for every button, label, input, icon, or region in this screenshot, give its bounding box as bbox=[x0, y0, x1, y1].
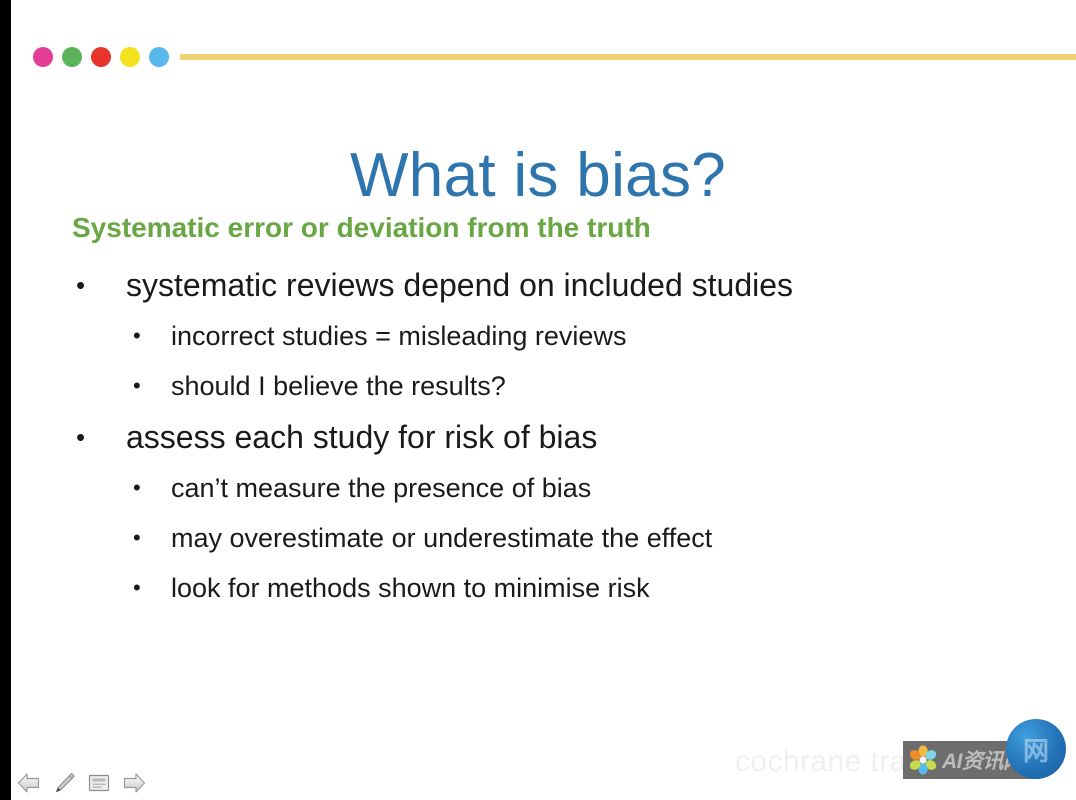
slideshow-nav-bar bbox=[11, 766, 148, 800]
slide-body: Systematic error or deviation from the t… bbox=[62, 214, 1022, 613]
next-slide-button[interactable] bbox=[120, 769, 148, 797]
sub-bullet-item: • look for methods shown to minimise ris… bbox=[133, 563, 1022, 613]
header-rule-divider bbox=[180, 54, 1076, 60]
watermark-badge-glyph: 网 bbox=[1022, 735, 1049, 766]
bullet-item: • systematic reviews depend on included … bbox=[76, 259, 1022, 311]
sub-bullet-list: • can’t measure the presence of bias • m… bbox=[62, 463, 1022, 613]
bullet-text: incorrect studies = misleading reviews bbox=[171, 321, 627, 351]
flower-logo-icon bbox=[909, 745, 937, 775]
bullet-text: should I believe the results? bbox=[171, 371, 506, 401]
decoration-dot-yellow bbox=[120, 47, 140, 67]
bullet-text: systematic reviews depend on included st… bbox=[126, 267, 794, 303]
sub-bullet-item: • can’t measure the presence of bias bbox=[133, 463, 1022, 513]
arrow-left-icon bbox=[17, 773, 40, 793]
bullet-marker: • bbox=[133, 475, 141, 500]
pen-icon bbox=[55, 772, 75, 793]
bullet-marker: • bbox=[76, 422, 86, 452]
slide-title: What is bias? bbox=[349, 140, 727, 210]
bullet-text: look for methods shown to minimise risk bbox=[171, 573, 650, 603]
pen-annotate-button[interactable] bbox=[50, 769, 78, 797]
bullet-text: can’t measure the presence of bias bbox=[171, 473, 592, 503]
viewer-left-gutter bbox=[0, 0, 11, 800]
sub-bullet-list: • incorrect studies = misleading reviews… bbox=[62, 311, 1022, 411]
notes-button[interactable] bbox=[85, 769, 113, 797]
decoration-dot-blue bbox=[149, 47, 169, 67]
decoration-dot-magenta bbox=[33, 47, 53, 67]
bullet-text: may overestimate or underestimate the ef… bbox=[171, 523, 713, 553]
arrow-right-icon bbox=[123, 773, 146, 793]
bullet-marker: • bbox=[133, 525, 141, 550]
notes-icon bbox=[88, 774, 110, 792]
bullet-item: • assess each study for risk of bias bbox=[76, 411, 1022, 463]
watermark-badge-icon: 网 bbox=[1006, 719, 1066, 779]
sub-bullet-item: • should I believe the results? bbox=[133, 361, 1022, 411]
bullet-marker: • bbox=[133, 323, 141, 348]
slide-header-decoration bbox=[0, 44, 1076, 70]
slide-subheading: Systematic error or deviation from the t… bbox=[72, 212, 651, 243]
bullet-text: assess each study for risk of bias bbox=[126, 419, 598, 455]
bullet-marker: • bbox=[76, 270, 86, 300]
previous-slide-button[interactable] bbox=[15, 769, 43, 797]
decoration-dot-red bbox=[91, 47, 111, 67]
slide-canvas: What is bias? Systematic error or deviat… bbox=[0, 0, 1076, 800]
sub-bullet-item: • incorrect studies = misleading reviews bbox=[133, 311, 1022, 361]
decoration-dot-green bbox=[62, 47, 82, 67]
sub-bullet-item: • may overestimate or underestimate the … bbox=[133, 513, 1022, 563]
bullet-marker: • bbox=[133, 373, 141, 398]
bullet-list: • systematic reviews depend on included … bbox=[62, 259, 1022, 613]
bullet-marker: • bbox=[133, 575, 141, 600]
